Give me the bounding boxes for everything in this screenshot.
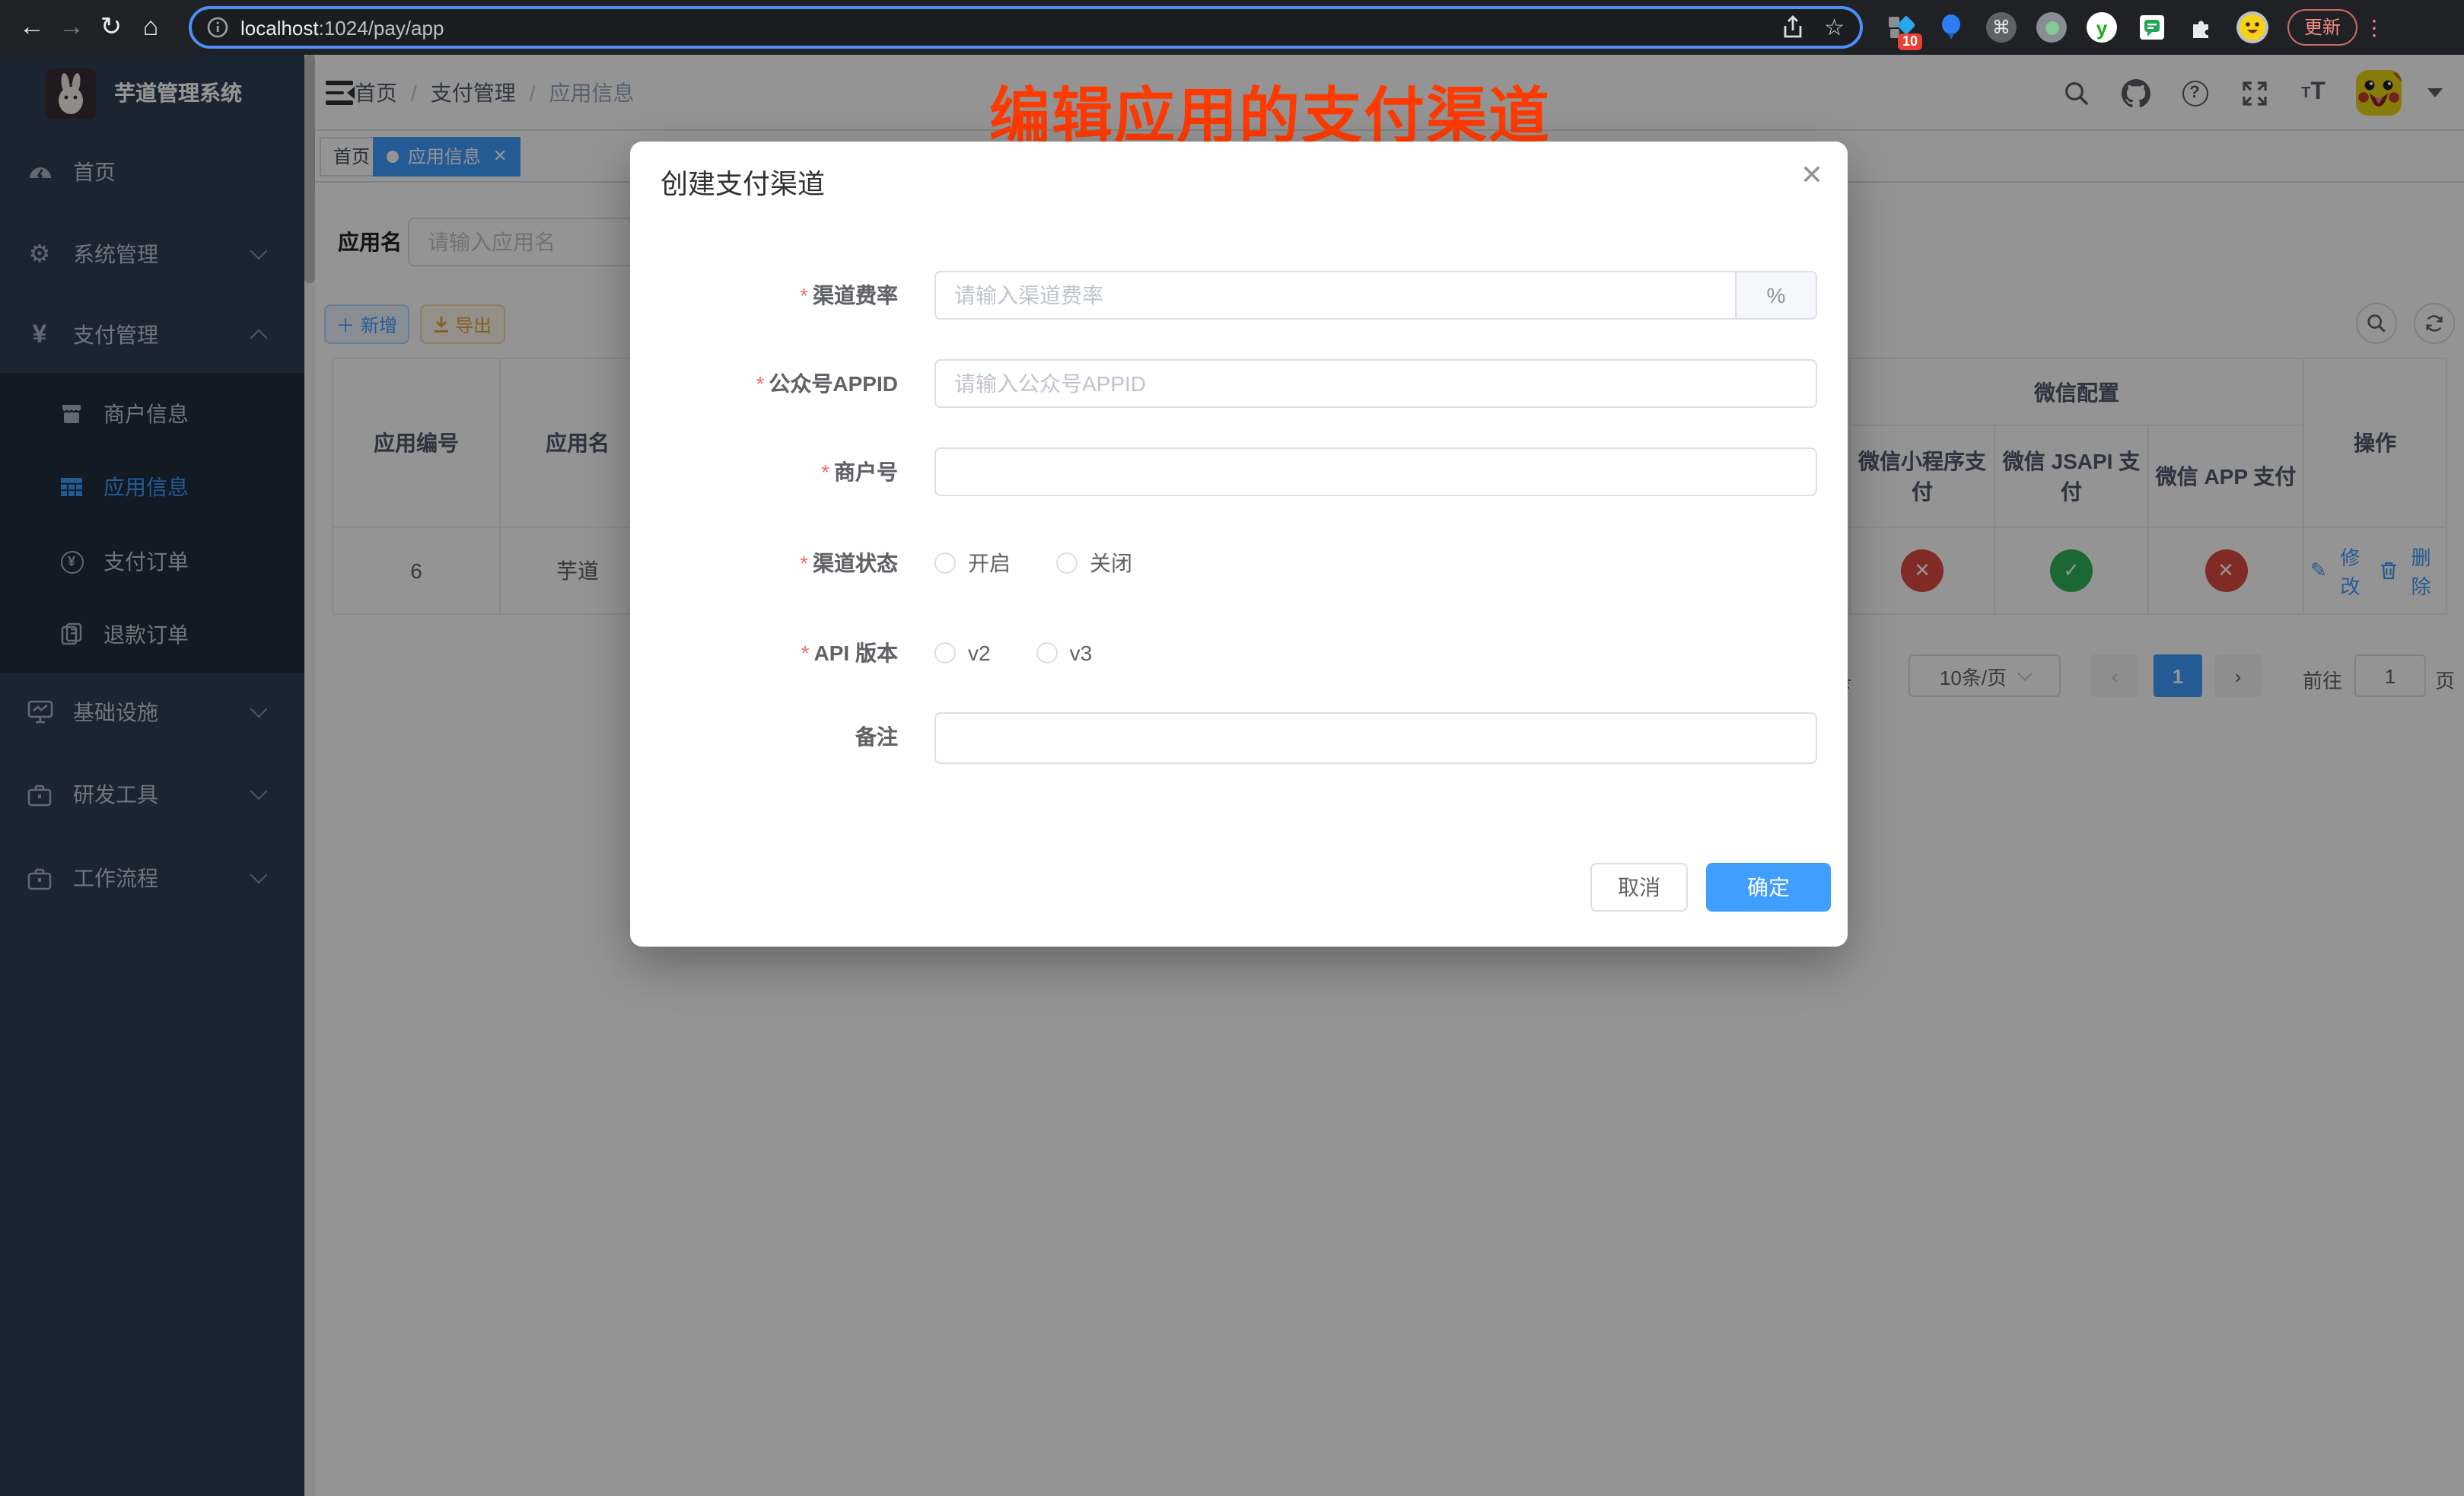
screen: ← → ↻ ⌂ localhost:1024/pay/app ☆ 10 [0, 0, 2464, 1496]
api-v2-radio[interactable]: v2 [934, 641, 991, 665]
create-payment-channel-dialog: 创建支付渠道 ✕ *渠道费率 % *公众号APPID *商户号 *渠道状态 开启… [630, 142, 1848, 947]
channel-status-radio-group: 开启 关闭 [934, 539, 1132, 587]
browser-home-icon[interactable]: ⌂ [131, 8, 170, 47]
browser-menu-icon[interactable]: ⋮ [2364, 14, 2385, 40]
url-path: :1024/pay/app [319, 16, 444, 39]
appid-input[interactable] [934, 359, 1817, 408]
merchant-id-label: *商户号 [630, 447, 916, 496]
channel-status-label: *渠道状态 [630, 539, 916, 587]
command-extension-icon[interactable]: ⌘ [1985, 11, 2018, 44]
browser-update-button[interactable]: 更新 [2287, 9, 2357, 46]
cancel-button[interactable]: 取消 [1590, 863, 1688, 912]
radio-circle-icon [1056, 552, 1078, 574]
url-bar[interactable]: localhost:1024/pay/app ☆ [189, 6, 1863, 49]
dot-extension-icon[interactable] [2035, 11, 2068, 44]
balloon-extension-icon[interactable] [1934, 11, 1968, 44]
appid-label: *公众号APPID [630, 359, 916, 408]
browser-toolbar: ← → ↻ ⌂ localhost:1024/pay/app ☆ 10 [0, 0, 2464, 55]
radio-circle-icon [934, 642, 956, 664]
y-extension-icon[interactable]: y [2085, 11, 2119, 44]
dialog-title: 创建支付渠道 [661, 163, 825, 202]
channel-rate-input-group: % [934, 271, 1817, 320]
puzzle-extensions-icon[interactable] [2185, 11, 2219, 44]
remark-input[interactable] [934, 712, 1817, 764]
remark-label: 备注 [630, 712, 916, 761]
radio-circle-icon [934, 552, 956, 574]
extensions-cluster: 10 ⌘ y [1884, 11, 2269, 44]
browser-forward-icon[interactable]: → [52, 8, 91, 47]
chat-extension-icon[interactable] [2135, 11, 2169, 44]
percent-suffix: % [1735, 272, 1816, 318]
merchant-id-input[interactable] [934, 447, 1817, 496]
radio-circle-icon [1036, 642, 1058, 664]
channel-rate-label: *渠道费率 [630, 271, 916, 320]
browser-back-icon[interactable]: ← [12, 8, 52, 47]
share-icon[interactable] [1781, 15, 1803, 40]
channel-rate-input[interactable] [936, 272, 1735, 318]
api-version-label: *API 版本 [630, 629, 916, 677]
dialog-close-icon[interactable]: ✕ [1800, 160, 1823, 192]
extension-badge: 10 [1898, 33, 1922, 50]
status-closed-radio[interactable]: 关闭 [1056, 548, 1132, 578]
extension-icon[interactable]: 10 [1884, 11, 1918, 44]
confirm-button[interactable]: 确定 [1706, 863, 1831, 912]
site-info-icon[interactable] [207, 17, 228, 38]
bookmark-star-icon[interactable]: ☆ [1824, 14, 1845, 41]
api-version-radio-group: v2 v3 [934, 629, 1092, 677]
profile-avatar-icon[interactable] [2236, 11, 2269, 44]
status-open-radio[interactable]: 开启 [934, 548, 1011, 578]
browser-reload-icon[interactable]: ↻ [91, 8, 131, 47]
api-v3-radio[interactable]: v3 [1036, 641, 1093, 665]
url-host: localhost [240, 16, 319, 39]
